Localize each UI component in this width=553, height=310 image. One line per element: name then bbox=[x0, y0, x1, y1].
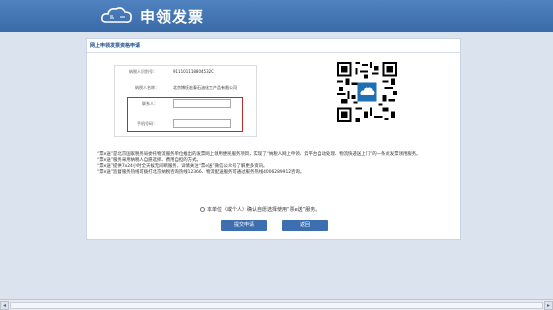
consent-text: 本单位（或个人）确认自愿选择使用“票e送”服务。 bbox=[207, 207, 321, 213]
panel-title: 网上申领发票资格申请 bbox=[90, 43, 141, 49]
logo-icon bbox=[101, 7, 132, 23]
qr-code-image bbox=[337, 62, 397, 122]
submit-button[interactable]: 提交申请 bbox=[221, 220, 267, 231]
app-title: 申领发票 bbox=[140, 8, 205, 26]
consent-radio[interactable] bbox=[200, 207, 205, 212]
consent-option[interactable]: 本单位（或个人）确认自愿选择使用“票e送”服务。 bbox=[200, 206, 320, 213]
phone-label: 手机号码： bbox=[137, 121, 157, 126]
application-panel: 网上申领发票资格申请 纳税人识别号： 911101118804532C 纳税人名… bbox=[86, 38, 461, 240]
back-button[interactable]: 返回 bbox=[282, 220, 328, 231]
taxpayer-name-label: 纳税人名称： bbox=[135, 85, 159, 90]
taxpayer-id-value: 911101118804532C bbox=[173, 69, 214, 74]
taxpayer-name-value: 北京博氏宏泰石油化工产品有限公司 bbox=[173, 85, 237, 90]
scroll-right-icon[interactable]: ▸ bbox=[544, 301, 553, 310]
contact-label: 联系人： bbox=[142, 101, 158, 106]
app-header: 申领发票 bbox=[0, 0, 553, 32]
scrollbar-thumb[interactable] bbox=[10, 302, 543, 309]
taxpayer-id-label: 纳税人识别号： bbox=[129, 69, 157, 74]
description-paragraph: “票e送”监督服务热线可拨打北京纳税咨询热线12366、物流配送服务可通过服务热… bbox=[97, 170, 305, 175]
horizontal-scrollbar[interactable]: ◂ ▸ bbox=[0, 299, 553, 310]
scroll-left-icon[interactable]: ◂ bbox=[0, 301, 9, 310]
service-description: “票e送”是北京国家税务局委托物流服务单位推出的发票网上领用便民服务项目，实现了… bbox=[97, 152, 452, 176]
contact-input[interactable] bbox=[173, 99, 231, 108]
panel-header: 网上申领发票资格申请 bbox=[87, 39, 460, 53]
phone-input[interactable] bbox=[173, 119, 231, 128]
